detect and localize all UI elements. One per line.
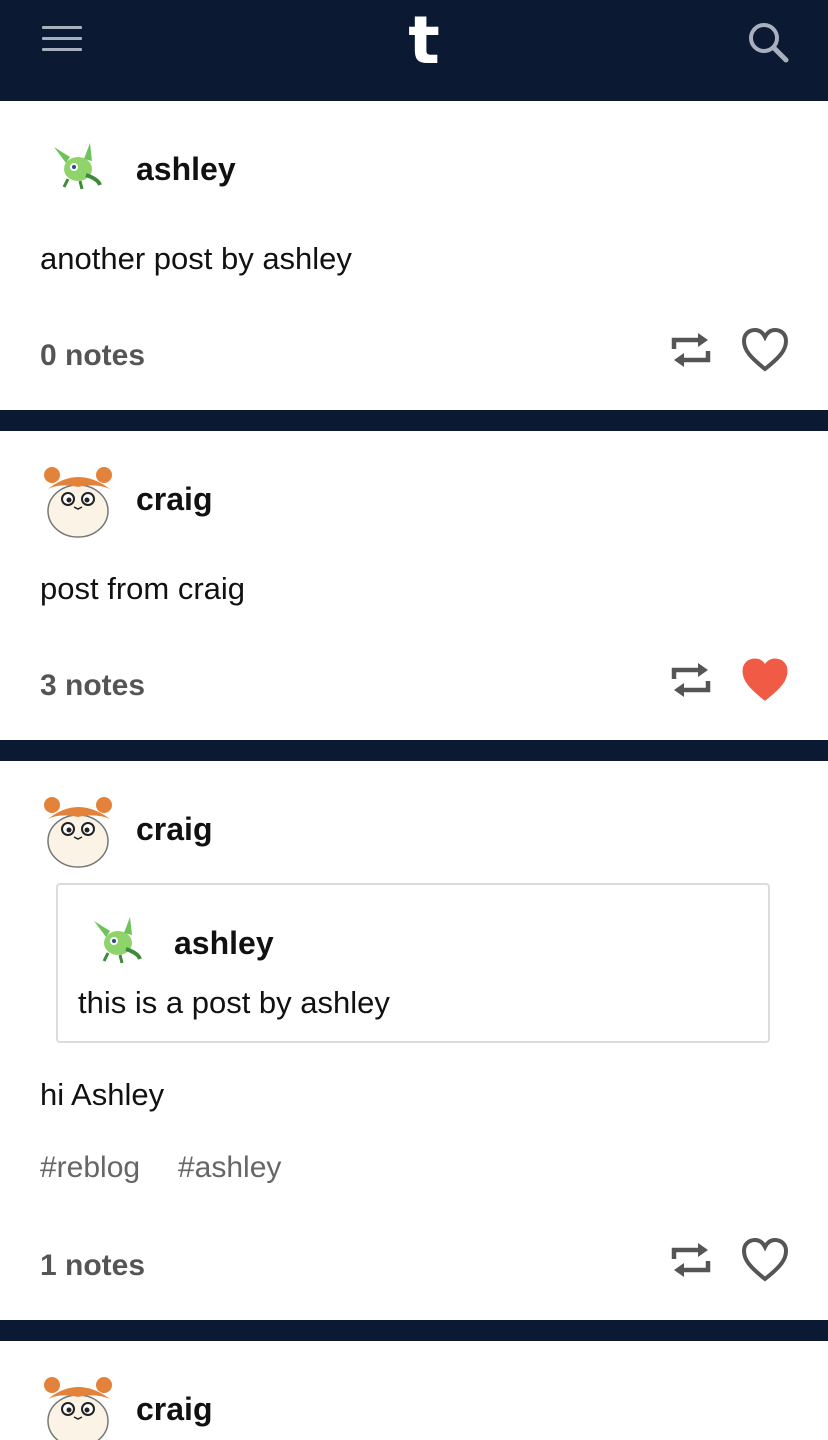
avatar[interactable]: [40, 129, 120, 209]
post-card: ashley another post by ashley 0 notes: [0, 101, 828, 410]
tag-link[interactable]: #reblog: [40, 1151, 140, 1185]
avatar[interactable]: [40, 459, 120, 539]
heart-outline-icon[interactable]: [740, 1237, 790, 1283]
reblog-username[interactable]: ashley: [174, 925, 274, 962]
notes-count[interactable]: 1 notes: [40, 1249, 145, 1283]
hamburger-menu-icon[interactable]: [40, 24, 84, 54]
post-text: hi Ashley: [40, 1077, 165, 1112]
post-header: ashley: [40, 129, 740, 209]
notes-count[interactable]: 0 notes: [40, 339, 145, 373]
reblogged-post: ashley this is a post by ashley: [56, 883, 770, 1043]
notes-count[interactable]: 3 notes: [40, 669, 145, 703]
post-card: craig post from craig 3 notes: [0, 431, 828, 740]
post-header: craig: [40, 459, 740, 539]
post-username[interactable]: craig: [136, 1391, 212, 1428]
post-username[interactable]: craig: [136, 481, 212, 518]
post-text: another post by ashley: [40, 241, 352, 276]
avatar[interactable]: [80, 903, 160, 983]
avatar[interactable]: [40, 789, 120, 869]
reblog-icon[interactable]: [668, 327, 714, 373]
top-nav-bar: t: [0, 0, 828, 100]
heart-outline-icon[interactable]: [740, 327, 790, 373]
post-card: craig ashley this is a post by ashley hi…: [0, 761, 828, 1320]
reblog-icon[interactable]: [668, 657, 714, 703]
post-username[interactable]: craig: [136, 811, 212, 848]
post-username[interactable]: ashley: [136, 151, 236, 188]
dashboard-app: t ashley another post by ashley 0 notes …: [0, 0, 828, 1440]
reblog-text: this is a post by ashley: [78, 985, 390, 1020]
search-icon[interactable]: [744, 18, 792, 66]
post-header: craig: [40, 1369, 740, 1440]
tag-link[interactable]: #ashley: [178, 1151, 281, 1185]
tumblr-logo[interactable]: t: [394, 6, 454, 76]
post-text: post from craig: [40, 571, 246, 606]
heart-filled-icon[interactable]: [740, 657, 790, 703]
post-card: craig: [0, 1341, 828, 1440]
avatar[interactable]: [40, 1369, 120, 1440]
post-header: craig: [40, 789, 740, 869]
reblog-icon[interactable]: [668, 1237, 714, 1283]
